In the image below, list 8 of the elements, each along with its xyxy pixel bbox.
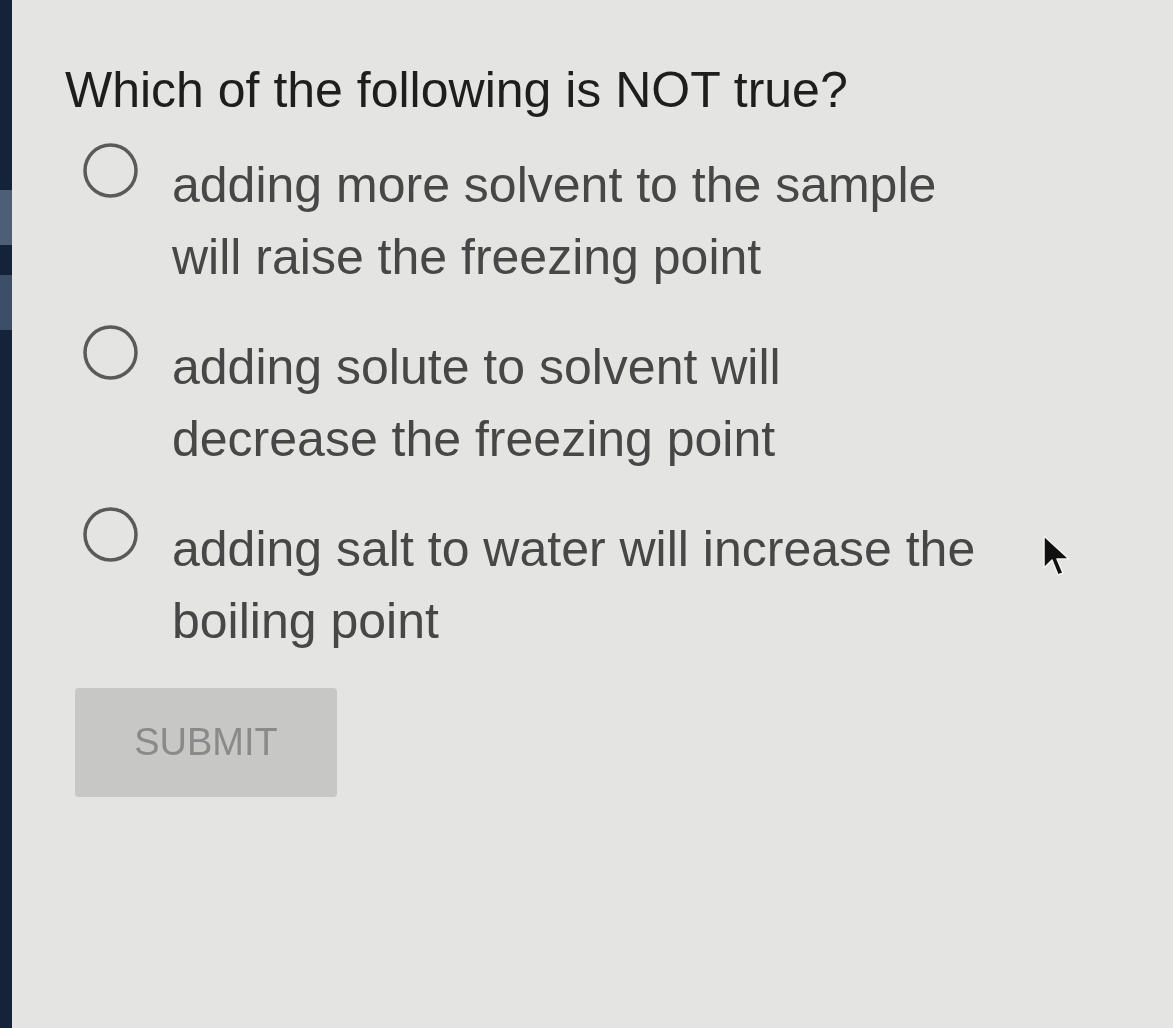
mouse-pointer-icon [1043,535,1071,577]
radio-button[interactable] [83,325,138,380]
option-text: adding salt to water will increase the boiling point [172,520,976,651]
radio-button[interactable] [83,507,138,562]
option-text: adding solute to solvent will decrease the freezing point [172,338,781,469]
option-text: adding more solvent to the sample will raise the freezing point [172,156,937,287]
radio-button[interactable] [83,143,138,198]
question-text: Which of the following is NOT true? [65,61,849,120]
